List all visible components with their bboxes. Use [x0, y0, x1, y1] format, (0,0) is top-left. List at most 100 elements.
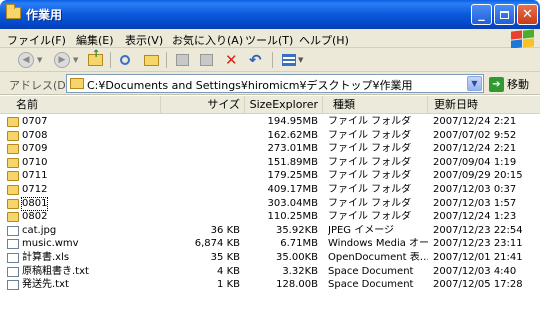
toolbar-separator: [166, 52, 167, 68]
folder-icon: [7, 198, 19, 209]
file-icon: [7, 280, 19, 291]
column-header-date[interactable]: 更新日時: [428, 96, 540, 114]
file-name: 計算書.xls: [22, 252, 70, 263]
windows-logo-icon: [508, 29, 536, 49]
file-sizeexplorer: 273.01MB: [267, 143, 318, 155]
undo-button[interactable]: ↶: [249, 51, 262, 69]
file-date: 2007/12/01 21:41: [433, 252, 523, 263]
column-header-size[interactable]: サイズ: [161, 96, 245, 114]
minimize-button[interactable]: _: [471, 4, 492, 25]
column-header-sizeexplorer[interactable]: SizeExplorer: [245, 96, 323, 114]
toolbar: ◀ ▼ ▶ ▼ ↑ ✕ ↶ ▼: [0, 48, 540, 72]
window-title: 作業用: [26, 8, 63, 22]
file-size: 1 KB: [217, 279, 240, 291]
delete-x-icon: ✕: [225, 50, 238, 69]
file-list-row[interactable]: 発送先.txt 1 KB 128.00B Space Document 2007/12/…: [0, 279, 540, 291]
address-field[interactable]: C:¥Documents and Settings¥hiromicm¥デスクトッ…: [66, 74, 484, 93]
move-to-icon: [176, 54, 189, 66]
file-sizeexplorer: 151.89MB: [267, 156, 318, 168]
forward-arrow-icon: ▶: [54, 52, 70, 68]
file-icon: [7, 266, 19, 277]
file-name: 0802: [22, 211, 48, 223]
go-button[interactable]: ➔ 移動: [489, 76, 529, 92]
file-type: Windows Media オー…: [328, 238, 428, 250]
close-icon: ✕: [522, 7, 533, 22]
folder-icon: [70, 78, 84, 89]
menu-edit[interactable]: 編集(E): [76, 32, 114, 48]
file-type: Space Document: [328, 265, 414, 277]
file-sizeexplorer: 303.04MB: [267, 197, 318, 209]
file-list-row[interactable]: cat.jpg 36 KB 35.92KB JPEG イメージ 2007/12/23 2…: [0, 225, 540, 237]
folder-icon: [7, 185, 19, 195]
menu-help[interactable]: ヘルプ(H): [299, 32, 349, 48]
column-header-type[interactable]: 種類: [323, 96, 428, 114]
file-size: 36 KB: [210, 224, 240, 236]
file-date: 2007/07/02 9:52: [433, 129, 517, 141]
file-sizeexplorer: 35.00KB: [275, 252, 318, 263]
file-name: 0711: [22, 170, 48, 182]
toolbar-separator: [272, 52, 273, 68]
up-folder-button[interactable]: ↑: [88, 49, 103, 69]
delete-button[interactable]: ✕: [225, 51, 238, 69]
address-dropdown-button[interactable]: ▼: [467, 76, 482, 91]
file-list-row[interactable]: 0712 409.17MB ファイル フォルダ 2007/12/03 0:37: [0, 184, 540, 196]
file-sizeexplorer: 179.25MB: [267, 170, 318, 182]
folders-button[interactable]: [144, 51, 159, 69]
views-button[interactable]: ▼: [282, 51, 303, 69]
file-name: 0710: [22, 156, 48, 168]
file-list-row[interactable]: 0708 162.62MB ファイル フォルダ 2007/07/02 9:52: [0, 130, 540, 142]
forward-button[interactable]: ▶ ▼: [54, 51, 78, 69]
folder-icon: [7, 130, 19, 141]
maximize-button[interactable]: [494, 4, 515, 25]
menu-favorites[interactable]: お気に入り(A): [172, 32, 243, 48]
close-button[interactable]: ✕: [517, 4, 538, 25]
folder-icon: [7, 212, 19, 223]
file-list-row[interactable]: 0709 273.01MB ファイル フォルダ 2007/12/24 2:21: [0, 143, 540, 155]
file-name: 原稿粗書き.txt: [22, 265, 89, 277]
menu-file[interactable]: ファイル(F): [7, 32, 66, 48]
minimize-icon: _: [478, 7, 485, 22]
list-header: 名前 サイズ SizeExplorer 種類 更新日時: [0, 96, 540, 114]
file-list-row[interactable]: 0801 303.04MB ファイル フォルダ 2007/12/03 1:57: [0, 196, 540, 211]
file-date: 2007/09/04 1:19: [433, 156, 517, 168]
file-date: 2007/12/03 0:37: [433, 184, 517, 195]
file-date: 2007/12/24 2:21: [433, 116, 517, 127]
chevron-down-icon: ▼: [471, 79, 478, 88]
file-type: ファイル フォルダ: [328, 197, 412, 209]
file-date: 2007/12/23 22:54: [433, 224, 523, 236]
file-date: 2007/12/23 23:11: [433, 238, 523, 250]
copy-to-button[interactable]: [200, 51, 213, 69]
file-list-row[interactable]: 0711 179.25MB ファイル フォルダ 2007/09/29 20:15: [0, 170, 540, 182]
file-type: ファイル フォルダ: [328, 211, 412, 223]
file-list-row[interactable]: 0707 194.95MB ファイル フォルダ 2007/12/24 2:21: [0, 116, 540, 128]
address-bar: アドレス(D) C:¥Documents and Settings¥hiromi…: [0, 72, 540, 95]
folder-icon: [7, 144, 19, 155]
file-type: OpenDocument 表…: [328, 252, 428, 263]
views-icon: [282, 54, 296, 66]
file-list-row[interactable]: music.wmv 6,874 KB 6.71MB Windows Media オー……: [0, 238, 540, 250]
menu-bar: ファイル(F) 編集(E) 表示(V) お気に入り(A) ツール(T) ヘルプ(…: [0, 29, 540, 49]
file-type: ファイル フォルダ: [328, 170, 412, 182]
menu-view[interactable]: 表示(V): [125, 32, 163, 48]
search-icon: [120, 55, 130, 65]
move-to-button[interactable]: [176, 51, 189, 69]
file-size: 4 KB: [217, 265, 240, 277]
file-list-row[interactable]: 0802 110.25MB ファイル フォルダ 2007/12/24 1:23: [0, 211, 540, 223]
menu-tools[interactable]: ツール(T): [245, 32, 293, 48]
file-name: 0707: [22, 116, 48, 127]
file-type: JPEG イメージ: [328, 224, 395, 236]
file-list-row[interactable]: 計算書.xls 35 KB 35.00KB OpenDocument 表… 2007/1…: [0, 252, 540, 264]
back-button[interactable]: ◀ ▼: [18, 51, 42, 69]
file-sizeexplorer: 128.00B: [276, 279, 318, 291]
chevron-down-icon: ▼: [73, 56, 79, 64]
file-icon: [7, 253, 19, 263]
file-date: 2007/12/24 1:23: [433, 211, 517, 223]
file-icon: [7, 225, 19, 236]
file-list-row[interactable]: 0710 151.89MB ファイル フォルダ 2007/09/04 1:19: [0, 157, 540, 169]
column-header-name[interactable]: 名前: [0, 96, 161, 114]
file-list-row[interactable]: 原稿粗書き.txt 4 KB 3.32KB Space Document 2007/12…: [0, 266, 540, 278]
file-name: music.wmv: [22, 238, 79, 250]
file-sizeexplorer: 110.25MB: [267, 211, 318, 223]
file-size: 35 KB: [210, 252, 240, 263]
search-button[interactable]: [120, 51, 130, 69]
